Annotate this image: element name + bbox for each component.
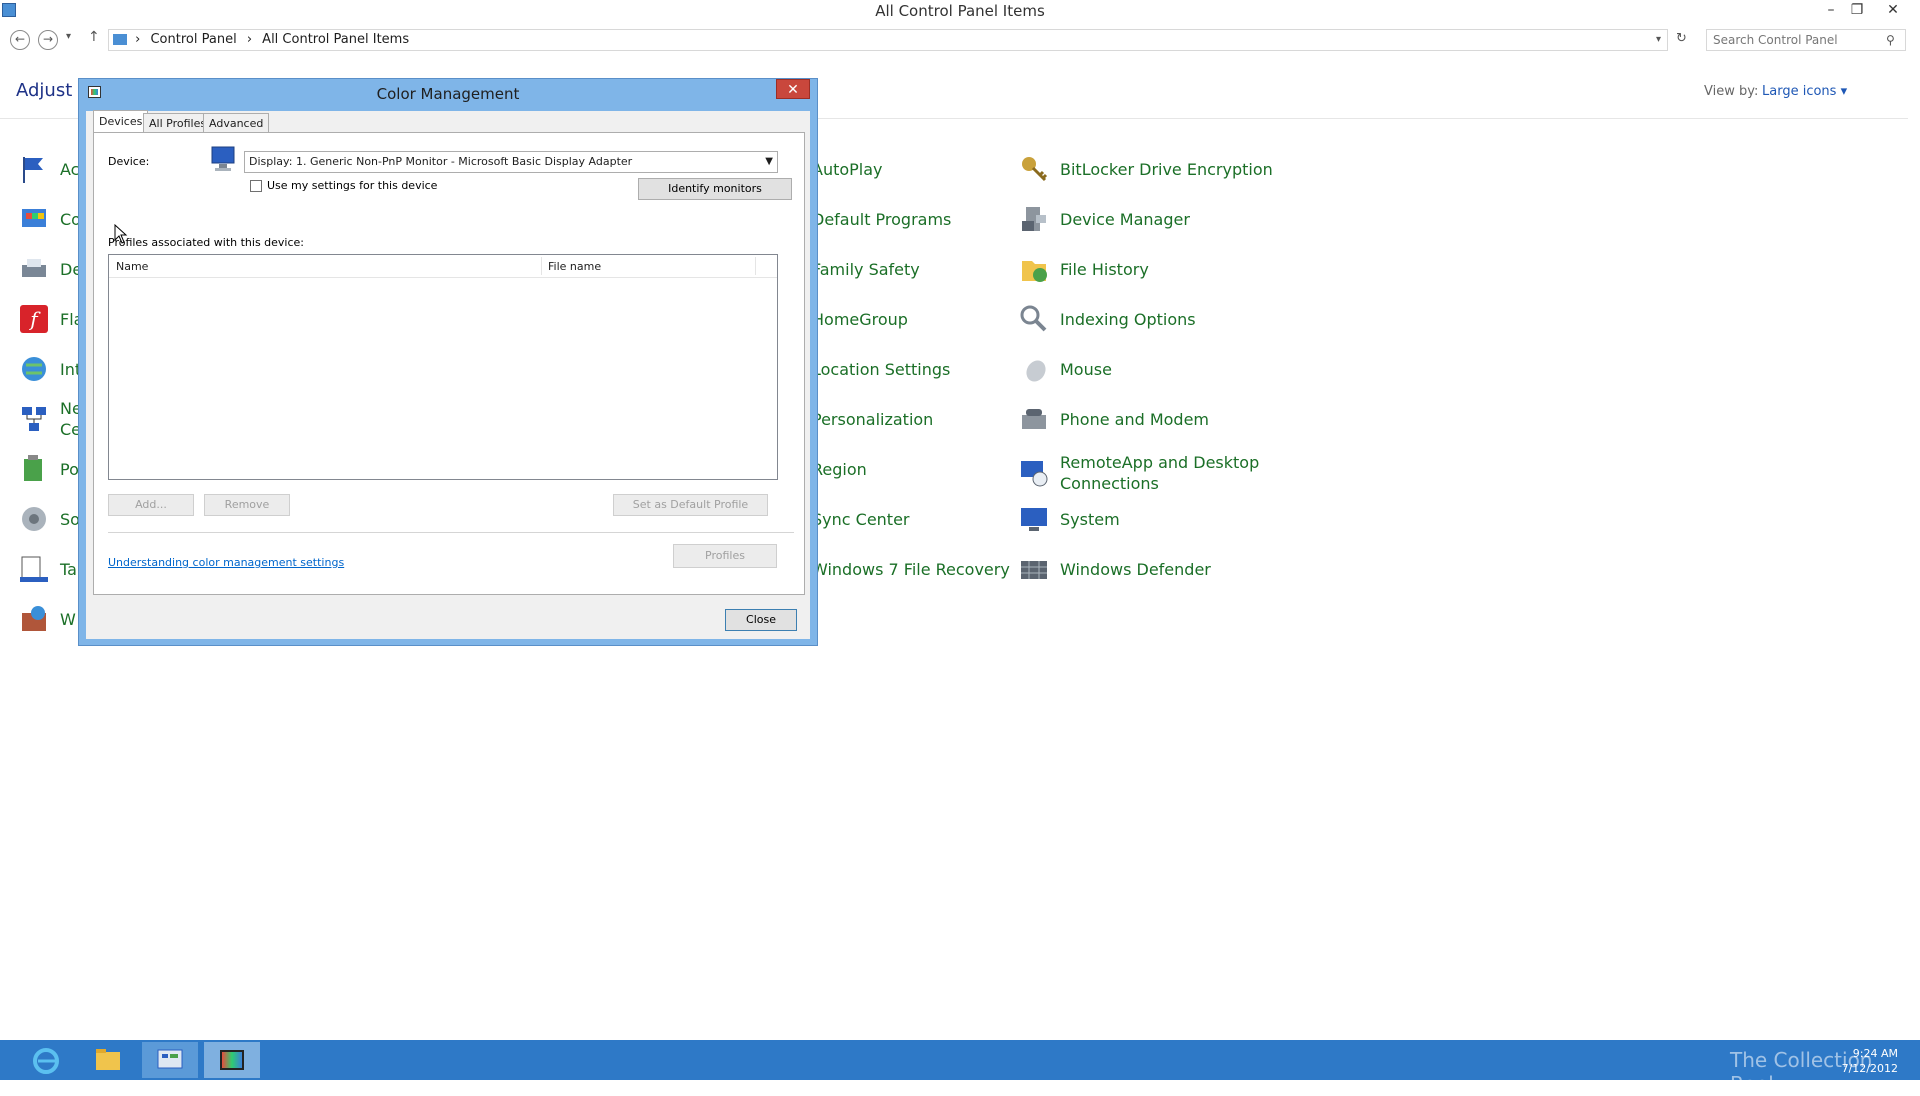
add-profile-button[interactable]: Add... <box>108 494 194 516</box>
device-select-value: Display: 1. Generic Non-PnP Monitor - Mi… <box>249 155 633 168</box>
profiles-label: Profiles associated with this device: <box>108 236 305 249</box>
key-icon <box>1018 153 1050 185</box>
pane-divider <box>108 532 794 533</box>
devices-tab-pane: Device: Display: 1. Generic Non-PnP Moni… <box>93 132 805 595</box>
dialog-close-x-button[interactable]: ✕ <box>776 79 810 99</box>
dialog-title: Color Management <box>376 85 520 103</box>
recent-locations-chevron-icon[interactable]: ▾ <box>66 31 71 42</box>
cp-item-taskbar[interactable]: Ta <box>18 548 77 590</box>
network-icon <box>18 403 50 435</box>
cp-item-windows-firewall[interactable]: W <box>18 598 76 640</box>
view-by-dropdown[interactable]: Large icons ▾ <box>1762 84 1847 99</box>
taskbar: The Collection Book 9:24 AM 7/12/2012 <box>0 1040 1920 1096</box>
identify-monitors-button[interactable]: Identify monitors <box>638 178 792 200</box>
speaker-icon <box>18 503 50 535</box>
cp-item-action-center[interactable]: Ac <box>18 148 79 190</box>
remote-desktop-icon <box>1018 457 1050 489</box>
remove-profile-button[interactable]: Remove <box>204 494 290 516</box>
view-by-label: View by: <box>1704 84 1759 99</box>
cp-item-mouse[interactable]: Mouse <box>1018 348 1112 390</box>
tab-advanced[interactable]: Advanced <box>203 113 270 132</box>
cp-item-indexing-options[interactable]: Indexing Options <box>1018 298 1196 340</box>
window-title-bar: All Control Panel Items – ❐ ✕ <box>0 0 1920 22</box>
cp-item-internet[interactable]: Int <box>18 348 81 390</box>
file-history-icon <box>1018 253 1050 285</box>
cp-item-file-history[interactable]: File History <box>1018 248 1149 290</box>
column-name[interactable]: Name <box>116 260 148 273</box>
close-window-button[interactable]: ✕ <box>1880 0 1906 22</box>
cp-item-flash[interactable]: f Fla <box>18 298 83 340</box>
profiles-button[interactable]: Profiles <box>673 544 777 568</box>
search-input[interactable]: Search Control Panel <box>1706 29 1906 51</box>
breadcrumb-sep: › <box>135 32 141 47</box>
dialog-body: Devices All Profiles Advanced Device: Di… <box>86 110 810 639</box>
address-bar[interactable]: › Control Panel › All Control Panel Item… <box>108 29 1668 51</box>
color-management-icon <box>18 203 50 235</box>
profiles-list[interactable]: Name File name <box>108 254 778 480</box>
minimize-button[interactable]: – <box>1818 0 1844 22</box>
tab-all-profiles[interactable]: All Profiles <box>143 113 213 132</box>
globe-icon <box>18 353 50 385</box>
system-icon <box>1018 503 1050 535</box>
close-dialog-button[interactable]: Close <box>725 609 797 631</box>
cp-item-devices[interactable]: De <box>18 248 82 290</box>
device-manager-icon <box>1018 203 1050 235</box>
search-icon[interactable]: ⚲ <box>1886 33 1895 47</box>
refresh-icon[interactable]: ↻ <box>1676 31 1687 46</box>
power-icon <box>18 453 50 485</box>
cp-item-system[interactable]: System <box>1018 498 1120 540</box>
indexing-icon <box>1018 303 1050 335</box>
restore-button[interactable]: ❐ <box>1844 0 1870 22</box>
device-select[interactable]: Display: 1. Generic Non-PnP Monitor - Mi… <box>244 151 778 173</box>
taskbar-icon <box>18 553 50 585</box>
breadcrumb-sep: › <box>246 32 253 47</box>
phone-icon <box>1018 403 1050 435</box>
back-button[interactable]: ← <box>10 30 30 50</box>
cp-item-color[interactable]: Co <box>18 198 81 240</box>
color-management-taskbar-icon[interactable] <box>204 1042 260 1078</box>
cp-item-device-manager[interactable]: Device Manager <box>1018 198 1190 240</box>
breadcrumb-all-items[interactable]: All Control Panel Items <box>262 32 409 47</box>
clock-time: 9:24 AM <box>1852 1047 1898 1060</box>
monitor-icon <box>210 145 236 173</box>
cp-item-network[interactable]: Ne Ce <box>18 398 82 440</box>
color-management-help-link[interactable]: Understanding color management settings <box>108 556 344 569</box>
control-panel-taskbar-icon[interactable] <box>142 1042 198 1078</box>
column-divider <box>755 257 756 275</box>
file-explorer-icon[interactable] <box>80 1042 136 1078</box>
use-my-settings-checkbox[interactable] <box>250 180 262 192</box>
cp-item-remoteapp[interactable]: RemoteApp and Desktop Connections <box>1018 448 1259 498</box>
address-dropdown-icon[interactable]: ▾ <box>1656 30 1661 50</box>
cp-item-power[interactable]: Po <box>18 448 79 490</box>
tab-devices[interactable]: Devices <box>93 110 149 133</box>
printer-icon <box>18 253 50 285</box>
cp-item-phone-and-modem[interactable]: Phone and Modem <box>1018 398 1209 440</box>
cp-item-windows-defender[interactable]: Windows Defender <box>1018 548 1211 590</box>
device-label: Device: <box>108 155 150 168</box>
defender-icon <box>1018 553 1050 585</box>
system-clock[interactable]: 9:24 AM 7/12/2012 <box>1842 1046 1898 1076</box>
flash-player-icon: f <box>18 303 50 335</box>
breadcrumb-control-panel[interactable]: Control Panel <box>150 32 236 47</box>
address-row: ← → ▾ ↑ › Control Panel › All Control Pa… <box>0 26 1920 54</box>
cp-item-sound[interactable]: So <box>18 498 80 540</box>
firewall-icon <box>18 603 50 635</box>
clock-date: 7/12/2012 <box>1841 1062 1898 1075</box>
column-divider <box>541 257 542 275</box>
mouse-icon <box>1018 353 1050 385</box>
cp-item-bitlocker[interactable]: BitLocker Drive Encryption <box>1018 148 1273 190</box>
column-file-name[interactable]: File name <box>548 260 601 273</box>
forward-button[interactable]: → <box>38 30 58 50</box>
control-panel-icon <box>113 34 127 45</box>
internet-explorer-icon[interactable] <box>18 1042 74 1078</box>
use-my-settings-label: Use my settings for this device <box>267 179 438 192</box>
window-title: All Control Panel Items <box>875 2 1045 20</box>
profiles-list-header: Name File name <box>109 255 777 278</box>
up-arrow-icon[interactable]: ↑ <box>88 29 100 45</box>
set-default-profile-button[interactable]: Set as Default Profile <box>613 494 768 516</box>
color-management-dialog: Color Management ✕ Devices All Profiles … <box>78 78 818 646</box>
flag-icon <box>18 153 50 185</box>
mouse-cursor <box>114 223 128 244</box>
chevron-down-icon: ▼ <box>765 156 773 167</box>
